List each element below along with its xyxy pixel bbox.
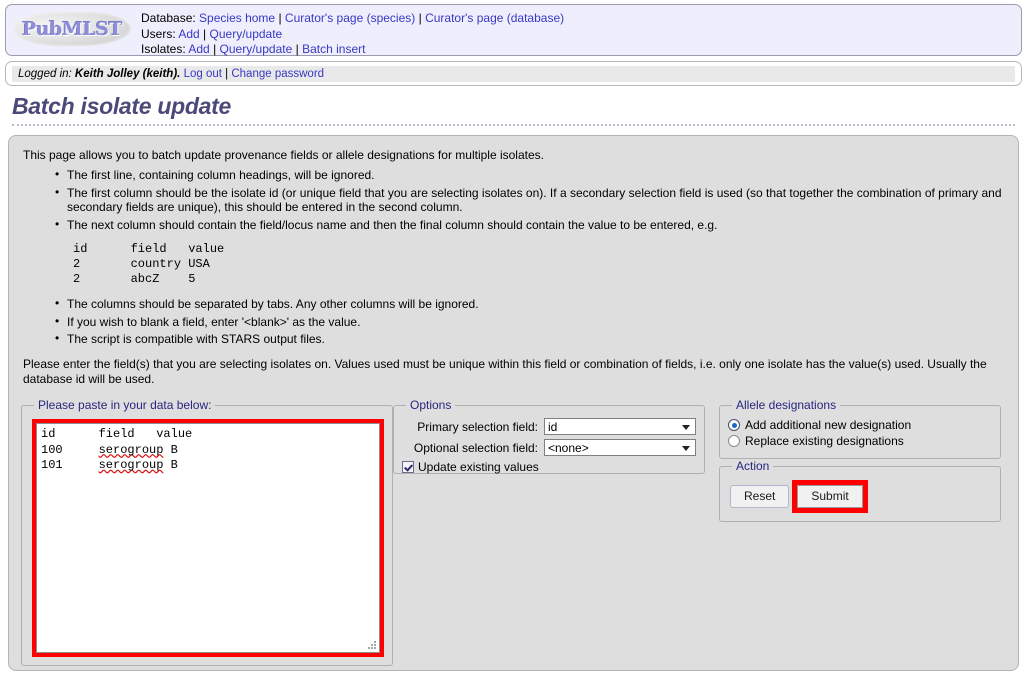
allele-option-add-radio[interactable] bbox=[728, 419, 740, 431]
update-existing-values-checkbox[interactable] bbox=[402, 461, 414, 473]
textarea-line-2-id: 100 bbox=[41, 442, 99, 457]
login-bar: Logged in: Keith Jolley (keith). Log out… bbox=[12, 66, 1015, 82]
optional-selection-row: Optional selection field: <none> bbox=[402, 439, 696, 456]
nav-separator: | bbox=[203, 26, 207, 41]
chevron-down-icon bbox=[682, 445, 690, 451]
nav-label-isolates: Isolates: bbox=[141, 42, 186, 56]
nav-link-curators-page-database[interactable]: Curator's page (database) bbox=[425, 11, 564, 25]
allele-option-replace-radio[interactable] bbox=[728, 435, 740, 447]
logo-text: PubMLST bbox=[21, 18, 123, 40]
logged-in-user: Keith Jolley (keith). bbox=[74, 68, 181, 80]
action-fieldset: Action Reset Submit bbox=[719, 459, 1001, 522]
data-textarea-highlight: id field value 100 serogroup B 101 serog… bbox=[32, 419, 384, 657]
primary-selection-label: Primary selection field: bbox=[417, 419, 538, 434]
submit-button[interactable]: Submit bbox=[797, 485, 863, 508]
nav-link-users-add[interactable]: Add bbox=[178, 27, 199, 41]
log-out-link[interactable]: Log out bbox=[184, 68, 222, 80]
textarea-line-3-id: 101 bbox=[41, 458, 99, 472]
reset-button[interactable]: Reset bbox=[730, 485, 790, 508]
allele-option-replace-label: Replace existing designations bbox=[745, 434, 904, 448]
nav-link-isolates-query-update[interactable]: Query/update bbox=[220, 42, 293, 56]
primary-selection-field-select[interactable]: id bbox=[544, 418, 696, 435]
nav-link-isolates-batch-insert[interactable]: Batch insert bbox=[302, 42, 365, 56]
textarea-line-3-value: B bbox=[163, 458, 178, 472]
page-title: Batch isolate update bbox=[12, 93, 1015, 126]
submit-button-highlight: Submit bbox=[792, 480, 868, 513]
optional-selection-value: <none> bbox=[548, 440, 589, 455]
primary-selection-value: id bbox=[548, 419, 558, 434]
action-buttons: Reset Submit bbox=[728, 479, 992, 513]
list-item: The first line, containing column headin… bbox=[55, 167, 1006, 183]
nav-links: Database: Species home | Curator's page … bbox=[141, 9, 564, 58]
nav-row-isolates: Isolates: Add | Query/update | Batch ins… bbox=[141, 42, 564, 58]
textarea-line-2-value: B bbox=[163, 442, 178, 457]
allele-option-replace-row[interactable]: Replace existing designations bbox=[728, 434, 992, 448]
intro-text: This page allows you to batch update pro… bbox=[23, 148, 544, 162]
list-item: The next column should contain the field… bbox=[55, 217, 1006, 233]
nav-link-species-home[interactable]: Species home bbox=[199, 11, 275, 25]
chevron-down-icon bbox=[682, 424, 690, 430]
nav-row-users: Users: Add | Query/update bbox=[141, 27, 564, 43]
options-fieldset: Options Primary selection field: id Opti… bbox=[393, 398, 705, 474]
list-item: The columns should be separated by tabs.… bbox=[55, 296, 1006, 312]
closing-paragraph: Please enter the field(s) that you are s… bbox=[23, 356, 987, 386]
nav-separator: | bbox=[278, 11, 282, 25]
list-item: If you wish to blank a field, enter '<bl… bbox=[55, 314, 1006, 330]
allele-option-add-row[interactable]: Add additional new designation bbox=[728, 418, 992, 432]
action-legend: Action bbox=[736, 459, 770, 473]
nav-row-database: Database: Species home | Curator's page … bbox=[141, 11, 564, 27]
nav-separator: | bbox=[295, 42, 299, 56]
allele-designations-legend: Allele designations bbox=[736, 398, 837, 412]
nav-link-isolates-add[interactable]: Add bbox=[188, 42, 209, 56]
paste-data-legend: Please paste in your data below: bbox=[38, 398, 212, 412]
instructions-list-primary: The first line, containing column headin… bbox=[21, 167, 1006, 233]
allele-designations-fieldset: Allele designations Add additional new d… bbox=[719, 398, 1001, 459]
nav-link-curators-page-species[interactable]: Curator's page (species) bbox=[285, 11, 415, 25]
nav-link-users-query-update[interactable]: Query/update bbox=[210, 27, 283, 41]
paste-data-fieldset: Please paste in your data below: id fiel… bbox=[21, 398, 393, 666]
nav-separator: | bbox=[213, 42, 217, 56]
textarea-resize-handle[interactable] bbox=[367, 641, 377, 651]
list-item: The first column should be the isolate i… bbox=[55, 185, 1006, 215]
logged-in-label: Logged in: bbox=[18, 68, 72, 80]
nav-separator: | bbox=[418, 11, 422, 25]
update-existing-values-label: Update existing values bbox=[418, 460, 539, 474]
pubmlst-logo: PubMLST bbox=[13, 12, 131, 46]
options-legend: Options bbox=[410, 398, 452, 412]
nav-label-users: Users: bbox=[141, 26, 176, 41]
textarea-line-3-field: serogroup bbox=[98, 458, 164, 472]
content-panel: This page allows you to batch update pro… bbox=[8, 135, 1019, 671]
optional-selection-label: Optional selection field: bbox=[413, 440, 538, 455]
nav-label-database: Database: bbox=[141, 11, 196, 25]
textarea-line-1: id field value bbox=[41, 427, 193, 441]
login-panel: Logged in: Keith Jolley (keith). Log out… bbox=[5, 61, 1022, 86]
right-column: Allele designations Add additional new d… bbox=[719, 398, 1001, 522]
optional-selection-field-select[interactable]: <none> bbox=[544, 439, 696, 456]
change-password-link[interactable]: Change password bbox=[231, 68, 324, 80]
data-textarea[interactable]: id field value 100 serogroup B 101 serog… bbox=[36, 423, 380, 653]
instructions-list-secondary: The columns should be separated by tabs.… bbox=[21, 296, 1006, 347]
top-nav-panel: PubMLST Database: Species home | Curator… bbox=[5, 4, 1022, 56]
textarea-line-2-field: serogroup bbox=[98, 442, 164, 457]
update-existing-values-row[interactable]: Update existing values bbox=[402, 460, 696, 474]
primary-selection-row: Primary selection field: id bbox=[402, 418, 696, 435]
form-fieldsets-row: Please paste in your data below: id fiel… bbox=[21, 398, 1006, 666]
login-separator: | bbox=[225, 68, 229, 80]
list-item: The script is compatible with STARS outp… bbox=[55, 331, 1006, 347]
allele-option-add-label: Add additional new designation bbox=[745, 418, 912, 432]
example-code-block: id field value 2 country USA 2 abcZ 5 bbox=[73, 242, 225, 286]
